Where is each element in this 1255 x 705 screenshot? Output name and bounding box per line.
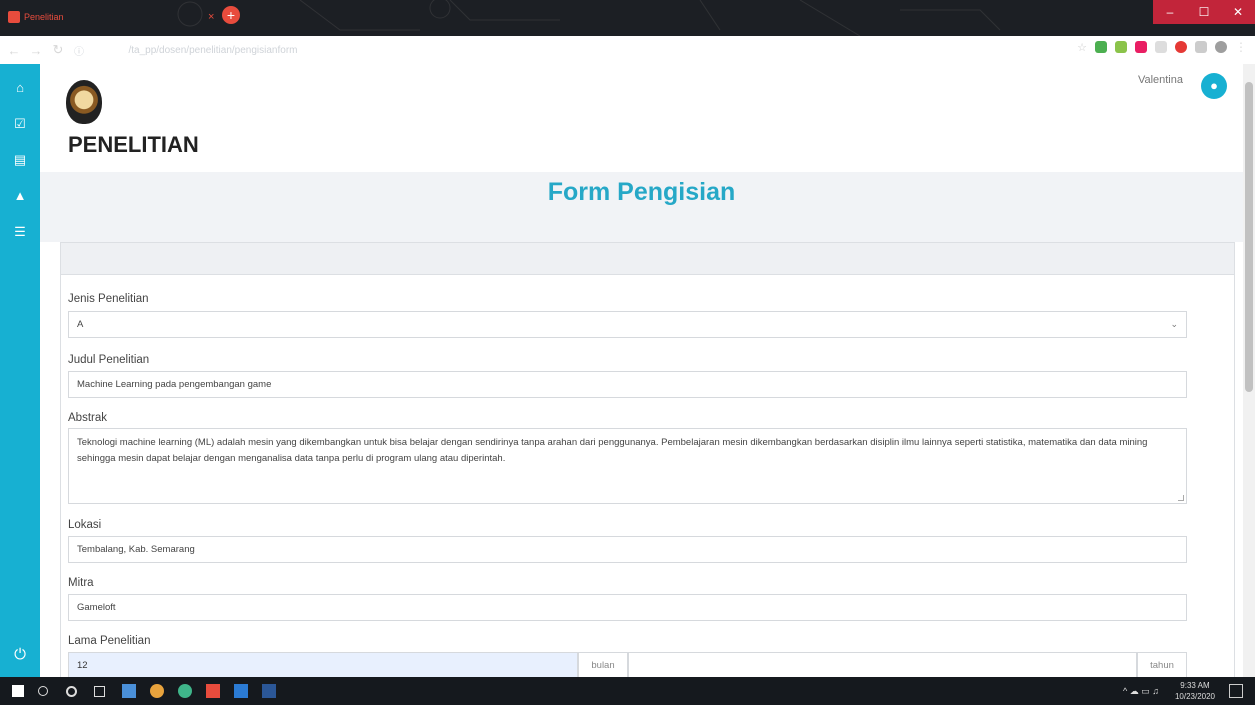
bulan-addon: bulan: [578, 652, 628, 677]
abstrak-label: Abstrak: [68, 412, 107, 424]
close-window-button[interactable]: ✕: [1221, 0, 1255, 24]
jenis-select[interactable]: A ⌄: [68, 311, 1187, 338]
judul-label: Judul Penelitian: [68, 354, 150, 366]
windows-start-icon[interactable]: [12, 685, 24, 697]
maximize-button[interactable]: ☐: [1187, 0, 1221, 24]
chrome-icon[interactable]: [150, 684, 164, 698]
app-icon[interactable]: [178, 684, 192, 698]
lama-bulan-input[interactable]: 12: [68, 652, 578, 677]
extension-icons: ☆ ⋮: [1077, 40, 1247, 54]
document-icon[interactable]: ▤: [0, 152, 40, 168]
university-logo: [66, 80, 102, 124]
notification-icon[interactable]: [1229, 684, 1243, 698]
user-avatar-icon[interactable]: ●: [1201, 73, 1227, 99]
abstrak-text: Teknologi machine learning (ML) adalah m…: [77, 437, 1148, 464]
checkbox-icon[interactable]: ☑: [0, 116, 40, 132]
extension-icon[interactable]: [1135, 41, 1147, 53]
mitra-input[interactable]: Gameloft: [68, 594, 1187, 621]
browser-tab[interactable]: Penelitian ×: [4, 4, 224, 30]
scrollbar[interactable]: [1243, 64, 1255, 677]
page-title: PENELITIAN: [68, 132, 199, 157]
forward-icon[interactable]: →: [28, 43, 44, 58]
lokasi-input[interactable]: Tembalang, Kab. Semarang: [68, 536, 1187, 563]
url-host: localhost: [89, 44, 129, 56]
file-explorer-icon[interactable]: [122, 684, 136, 698]
main-content: PENELITIAN Valentina ● Form Pengisian Je…: [40, 64, 1243, 677]
scrollbar-thumb[interactable]: [1245, 82, 1253, 392]
warning-icon[interactable]: ▲: [0, 188, 40, 203]
lama-input-group: 12 bulan tahun: [68, 652, 1187, 677]
form-heading-band: Form Pengisian: [40, 172, 1243, 242]
word-icon[interactable]: [262, 684, 276, 698]
vscode-icon[interactable]: [234, 684, 248, 698]
cortana-icon[interactable]: [66, 686, 77, 697]
power-icon[interactable]: ⏻: [0, 646, 40, 663]
sidebar: ⌂ ☑ ▤ ▲ ☰ ⏻: [0, 64, 40, 677]
minimize-button[interactable]: –: [1153, 0, 1187, 24]
chevron-down-icon: ⌄: [1170, 319, 1178, 329]
url-path: /ta_pp/dosen/penelitian/pengisianform: [128, 44, 298, 56]
jenis-value: A: [77, 319, 84, 330]
home-icon[interactable]: ⌂: [0, 80, 40, 95]
profile-icon[interactable]: [1215, 41, 1227, 53]
extension-icon[interactable]: [1155, 41, 1167, 53]
tab-title: Penelitian: [24, 12, 64, 22]
lokasi-label: Lokasi: [68, 519, 102, 531]
clock-time: 9:33 AM: [1180, 681, 1210, 690]
extension-icon[interactable]: [1115, 41, 1127, 53]
xampp-icon[interactable]: [206, 684, 220, 698]
system-tray-icons[interactable]: ^ ☁ ▭ ♫: [1123, 686, 1159, 697]
clock[interactable]: 9:33 AM 10/23/2020: [1175, 680, 1215, 702]
menu-icon[interactable]: ⋮: [1235, 40, 1247, 54]
extension-icon[interactable]: [1175, 41, 1187, 53]
back-icon[interactable]: ←: [6, 43, 22, 58]
windows-taskbar: ^ ☁ ▭ ♫ 9:33 AM 10/23/2020: [0, 677, 1255, 705]
window-controls: – ☐ ✕: [1153, 0, 1255, 24]
lama-tahun-input[interactable]: [628, 652, 1137, 677]
jenis-label: Jenis Penelitian: [68, 293, 149, 305]
resize-grip-icon[interactable]: [1178, 495, 1184, 501]
extension-icon[interactable]: [1095, 41, 1107, 53]
user-name[interactable]: Valentina: [1138, 74, 1183, 86]
puzzle-icon[interactable]: [1195, 41, 1207, 53]
list-icon[interactable]: ☰: [0, 224, 40, 240]
mitra-label: Mitra: [68, 577, 94, 589]
clock-date: 10/23/2020: [1174, 692, 1215, 701]
task-view-icon[interactable]: [94, 686, 105, 697]
new-tab-button[interactable]: +: [222, 6, 240, 24]
favicon-icon: [8, 11, 20, 23]
card-header: [61, 243, 1234, 275]
abstrak-textarea[interactable]: Teknologi machine learning (ML) adalah m…: [68, 428, 1187, 504]
bookmark-star-icon[interactable]: ☆: [1077, 41, 1087, 54]
browser-toolbar: ← → ↻ ⓘ localhost /ta_pp/dosen/penelitia…: [0, 36, 1255, 64]
info-icon: ⓘ: [74, 46, 84, 58]
tahun-addon: tahun: [1137, 652, 1187, 677]
close-tab-icon[interactable]: ×: [208, 11, 214, 23]
judul-input[interactable]: Machine Learning pada pengembangan game: [68, 371, 1187, 398]
address-bar[interactable]: ⓘ localhost /ta_pp/dosen/penelitian/peng…: [74, 39, 974, 61]
reload-icon[interactable]: ↻: [50, 42, 66, 58]
form-heading: Form Pengisian: [547, 178, 736, 206]
lama-label: Lama Penelitian: [68, 635, 151, 647]
browser-titlebar: Penelitian × + – ☐ ✕: [0, 0, 1255, 36]
search-icon[interactable]: [38, 686, 48, 696]
